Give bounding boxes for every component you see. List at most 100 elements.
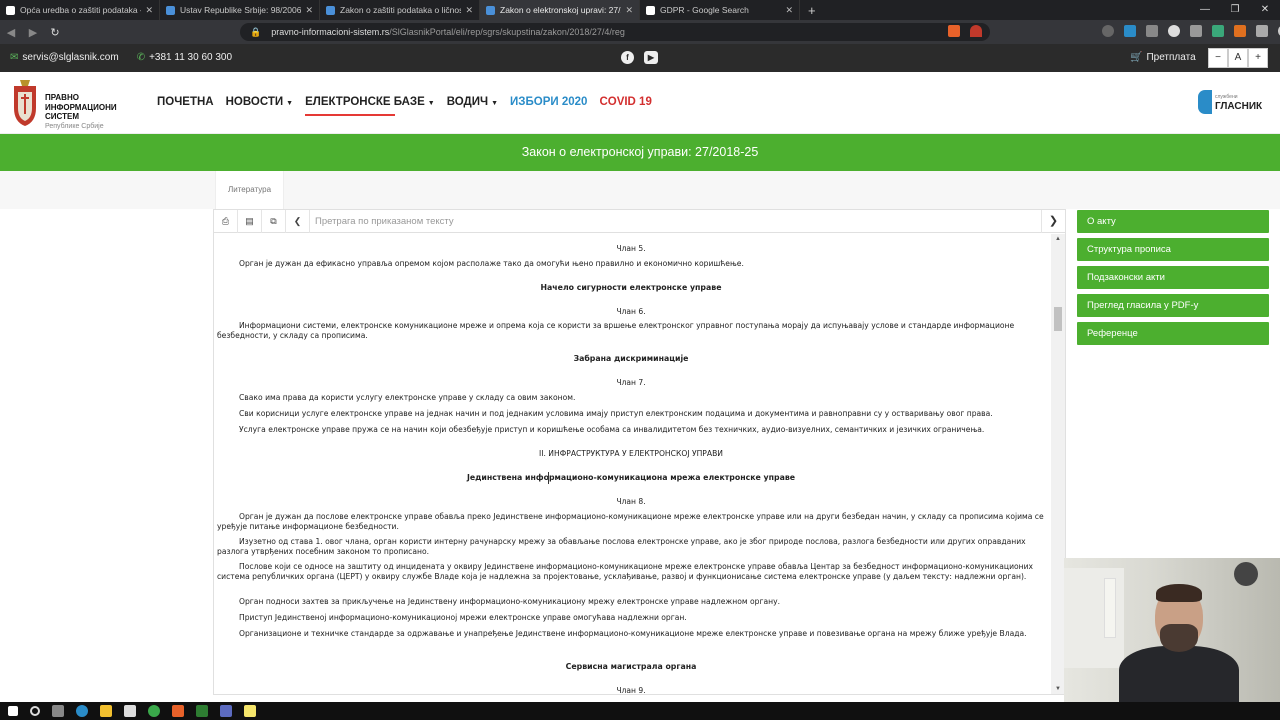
scrollbar-thumb[interactable] [1054,307,1062,331]
menu-icon[interactable] [1256,25,1268,37]
sidebar-button[interactable]: Преглед гласила у PDF-у [1077,294,1269,317]
font-increase-button[interactable]: + [1248,48,1268,68]
browser-tab[interactable]: Ustav Republike Srbije: 98/2006-3 ✕ [160,0,320,20]
browser-tab-label: GDPR - Google Search [660,5,749,15]
brave-icon[interactable] [172,705,184,717]
extension-icon[interactable] [1234,25,1246,37]
notes-icon[interactable] [244,705,256,717]
font-decrease-button[interactable]: − [1208,48,1228,68]
tab-literature[interactable]: Литература [215,171,285,209]
phone-link[interactable]: ✆ +381 11 30 60 300 [137,52,232,63]
minimize-icon[interactable]: — [1190,0,1220,20]
nav-news[interactable]: НОВОСТИ ▼ [226,96,293,108]
page-title: Закон о електронској управи: 27/2018-25 [0,134,1280,171]
youtube-icon[interactable]: ▶ [644,51,658,64]
section-heading: Забрана дискриминације [573,354,689,363]
extensions-area [1102,25,1280,37]
browser-tabbar: Opća uredba o zaštiti podataka – Vi ✕ Usta… [0,0,1280,20]
nav-guide[interactable]: ВОДИЧ ▼ [447,96,498,108]
sidebar-button[interactable]: Референце [1077,322,1269,345]
task-view-icon[interactable] [52,705,64,717]
document-scrollbar[interactable]: ▲ ▼ [1051,234,1065,694]
site-topbar: ✉ servis@slglasnik.com ✆ +381 11 30 60 300… [0,44,1280,72]
paragraph: Изузетно од става 1. овог члана, орган к… [217,537,1026,556]
chevron-down-icon: ▼ [427,100,435,107]
subscribe-link[interactable]: 🛒 Претплата [1130,52,1196,63]
close-tab-icon[interactable]: ✕ [305,5,313,16]
logo-text[interactable]: ПРАВНО ИНФОРМАЦИОНИ СИСТЕМ Републике Срб… [45,93,117,131]
extension-icon[interactable] [1146,25,1158,37]
webcam-overlay [1064,558,1280,702]
nav-electronic-bases[interactable]: ЕЛЕКТРОНСКЕ БАЗЕ ▼ [305,96,435,116]
paragraph: Орган је дужан да ефикасно управља опрем… [239,259,744,268]
reload-icon[interactable]: ↻ [44,26,66,39]
nav-elections[interactable]: ИЗБОРИ 2020 [510,96,587,108]
brave-shield-icon[interactable] [948,25,982,37]
address-bar[interactable]: 🔒 pravno-informacioni-sistem.rs/SlGlasni… [240,23,990,41]
coat-of-arms-logo[interactable] [10,78,40,128]
sidebar-button[interactable]: Подзаконски акти [1077,266,1269,289]
app-icon[interactable] [220,705,232,717]
paragraph: Организационе и техничке стандарде за од… [239,629,1027,638]
glasnik-logo[interactable]: службени ГЛАСНИК [1198,90,1262,114]
browser-tab-label: Opća uredba o zaštiti podataka – Vi [20,5,142,15]
paragraph: Приступ Јединственој информационо-комуни… [239,613,687,622]
nav-home[interactable]: ПОЧЕТНА [157,96,214,108]
favicon-icon [6,5,15,15]
scroll-down-icon[interactable]: ▼ [1055,686,1061,692]
font-reset-button[interactable]: A [1228,48,1248,68]
new-tab-button[interactable]: + [800,3,824,18]
extension-icon[interactable] [1190,25,1202,37]
edge-icon[interactable] [76,705,88,717]
document-viewer: ⎙ ▤ ⧉ ❮ Претрага по приказаном тексту ❯ … [213,209,1066,695]
facebook-icon[interactable]: f [621,51,634,64]
store-icon[interactable] [124,705,136,717]
browser-tab[interactable]: Zakon o elektronskoj upravi: 27/20 ✕ [480,0,640,20]
site-header: ПРАВНО ИНФОРМАЦИОНИ СИСТЕМ Републике Срб… [0,72,1280,134]
close-tab-icon[interactable]: ✕ [625,5,633,16]
document-text: Члан 5. Орган је дужан да ефикасно управљ… [214,234,1050,694]
nav-covid[interactable]: COVID 19 [599,96,651,108]
logo-line2: ИНФОРМАЦИОНИ [45,102,117,112]
extension-icon[interactable] [1168,25,1180,37]
email-link[interactable]: ✉ servis@slglasnik.com [10,52,119,63]
pdf-icon[interactable]: ▤ [238,209,262,233]
browser-tab[interactable]: Opća uredba o zaštiti podataka – Vi ✕ [0,0,160,20]
article-number: Члан 6. [616,307,646,316]
back-icon[interactable]: ◀ [0,26,22,39]
close-tab-icon[interactable]: ✕ [145,5,153,16]
browser-tab[interactable]: Zakon o zaštiti podataka o ličnosti ✕ [320,0,480,20]
windows-start-icon[interactable] [8,706,18,716]
section-heading: Сервисна магистрала органа [565,662,697,671]
next-icon[interactable]: ❯ [1041,209,1065,233]
nav-guide-label: ВОДИЧ [446,96,489,108]
sidebar-button[interactable]: О акту [1077,210,1269,233]
url-text: pravno-informacioni-sistem.rs/SlGlasnikP… [271,27,625,37]
close-tab-icon[interactable]: ✕ [785,5,793,16]
sidebar-button[interactable]: Структура прописа [1077,238,1269,261]
text-cursor-icon [548,472,554,484]
document-search-input[interactable]: Претрага по приказаном тексту [310,216,1041,227]
close-window-icon[interactable]: ✕ [1250,0,1280,20]
open-external-icon[interactable]: ⧉ [262,209,286,233]
forward-icon[interactable]: ▶ [22,26,44,39]
browser-tab[interactable]: GDPR - Google Search ✕ [640,0,800,20]
subscribe-label: Претплата [1146,52,1196,63]
extension-icon[interactable] [1102,25,1114,37]
scroll-up-icon[interactable]: ▲ [1055,236,1061,242]
cart-icon: 🛒 [1130,52,1143,63]
article-number: Члан 7. [616,378,646,387]
section-heading: Јединствена информационо-комуникациона м… [466,473,796,482]
restore-icon[interactable]: ❐ [1220,0,1250,20]
close-tab-icon[interactable]: ✕ [465,5,473,16]
explorer-icon[interactable] [100,705,112,717]
extension-icon[interactable] [1124,25,1136,37]
extension-icon[interactable] [1212,25,1224,37]
url-host: pravno-informacioni-sistem.rs [271,27,390,37]
terminal-icon[interactable] [196,705,208,717]
print-icon[interactable]: ⎙ [214,209,238,233]
previous-icon[interactable]: ❮ [286,209,310,233]
os-taskbar [0,702,1280,720]
app-icon[interactable] [148,705,160,717]
search-icon[interactable] [30,706,40,716]
